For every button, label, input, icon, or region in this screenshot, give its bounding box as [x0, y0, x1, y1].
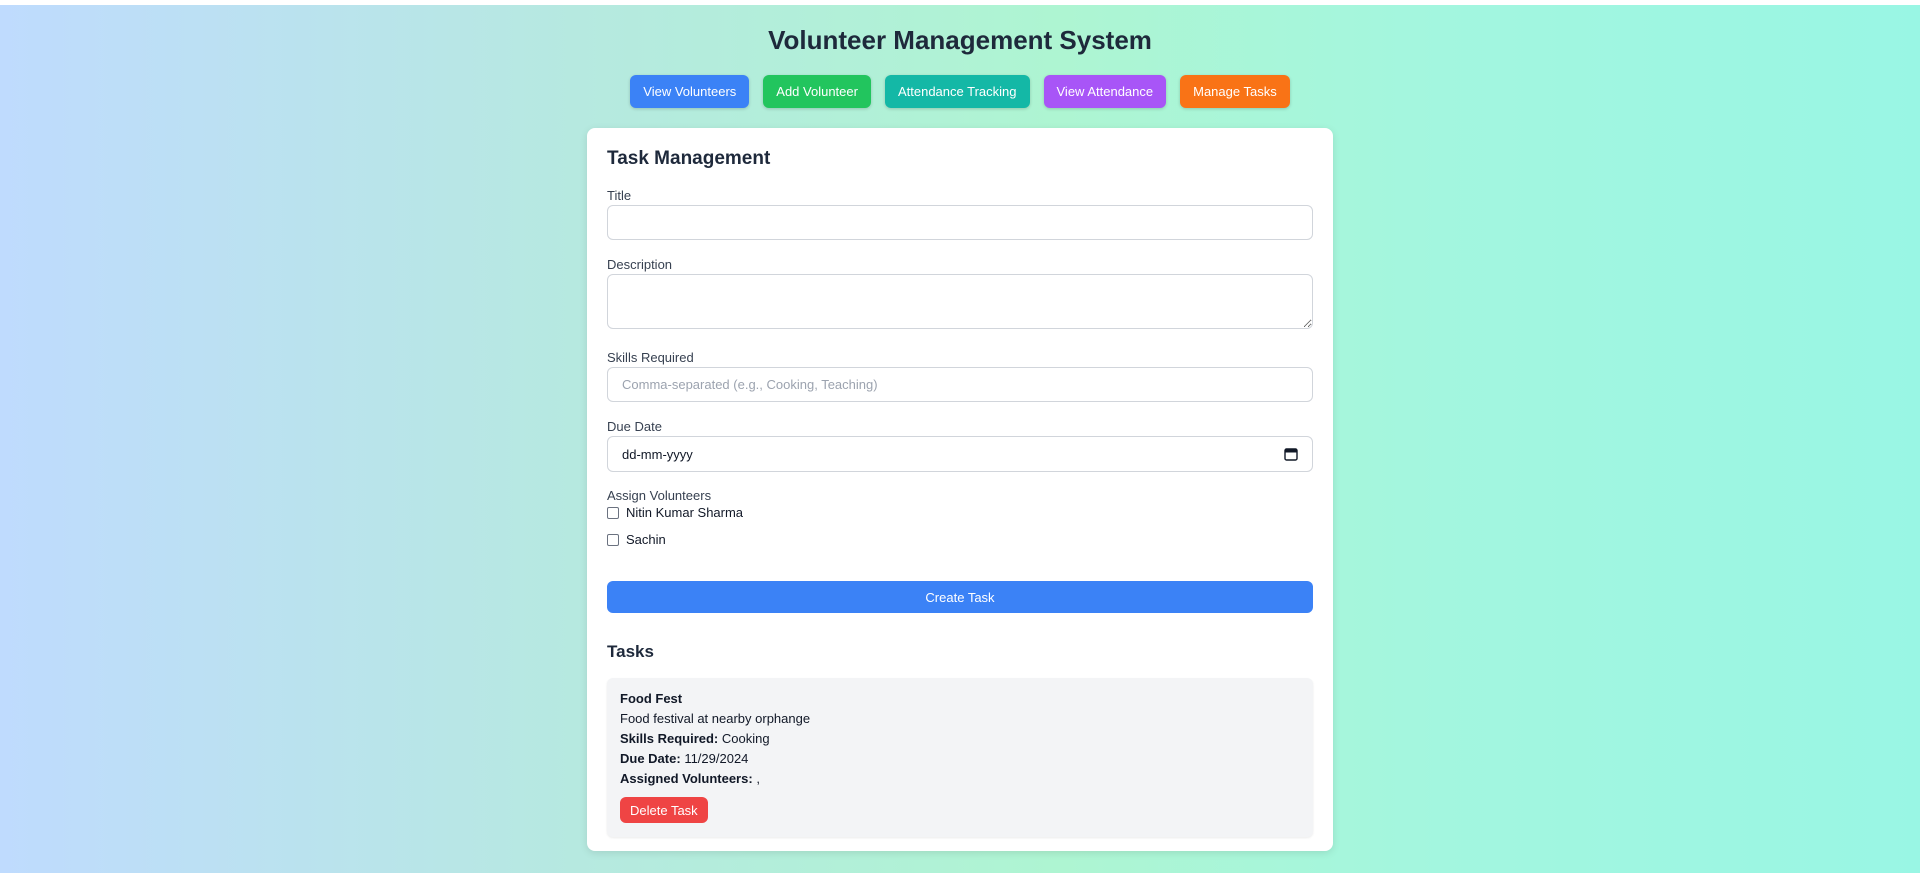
volunteer-checkbox[interactable] [607, 533, 619, 546]
tasks-heading: Tasks [607, 642, 654, 661]
volunteer-option[interactable]: Sachin [607, 532, 666, 547]
create-task-button[interactable]: Create Task [607, 581, 1313, 613]
due-date-placeholder: dd-mm-yyyy [622, 446, 693, 462]
title-input[interactable] [607, 205, 1313, 240]
nav-bar: View Volunteers Add Volunteer Attendance… [0, 75, 1920, 108]
task-item: Food Fest Food festival at nearby orphan… [607, 678, 1313, 837]
description-label: Description [607, 257, 673, 272]
add-volunteer-button[interactable]: Add Volunteer [763, 75, 871, 108]
task-management-card: Task Management Title Description Skills… [587, 128, 1333, 851]
title-label: Title [607, 188, 632, 203]
volunteer-option[interactable]: Nitin Kumar Sharma [607, 505, 743, 520]
volunteer-checkbox[interactable] [607, 506, 619, 519]
volunteer-name: Sachin [626, 532, 666, 547]
view-volunteers-button[interactable]: View Volunteers [630, 75, 750, 108]
description-textarea[interactable] [607, 274, 1313, 329]
skills-required-input[interactable] [607, 367, 1313, 402]
manage-tasks-button[interactable]: Manage Tasks [1180, 75, 1290, 108]
delete-task-button[interactable]: Delete Task [620, 797, 708, 823]
app-title: Volunteer Management System [768, 25, 1152, 55]
attendance-tracking-button[interactable]: Attendance Tracking [884, 75, 1030, 108]
skills-required-label: Skills Required [607, 350, 694, 365]
calendar-icon[interactable] [1284, 447, 1298, 461]
task-management-heading: Task Management [607, 148, 771, 169]
task-title: Food Fest [620, 691, 683, 706]
task-description: Food festival at nearby orphange [620, 711, 811, 726]
volunteer-name: Nitin Kumar Sharma [626, 505, 744, 520]
due-date-label: Due Date [607, 419, 662, 434]
assign-volunteers-label: Assign Volunteers [607, 488, 712, 503]
page-background: Volunteer Management System View Volunte… [0, 5, 1920, 873]
task-assigned-volunteers: Assigned Volunteers: , [620, 771, 760, 786]
task-skills: Skills Required: Cooking [620, 731, 770, 746]
due-date-input[interactable]: dd-mm-yyyy [607, 436, 1313, 472]
task-due-date: Due Date: 11/29/2024 [620, 751, 749, 766]
view-attendance-button[interactable]: View Attendance [1043, 75, 1167, 108]
